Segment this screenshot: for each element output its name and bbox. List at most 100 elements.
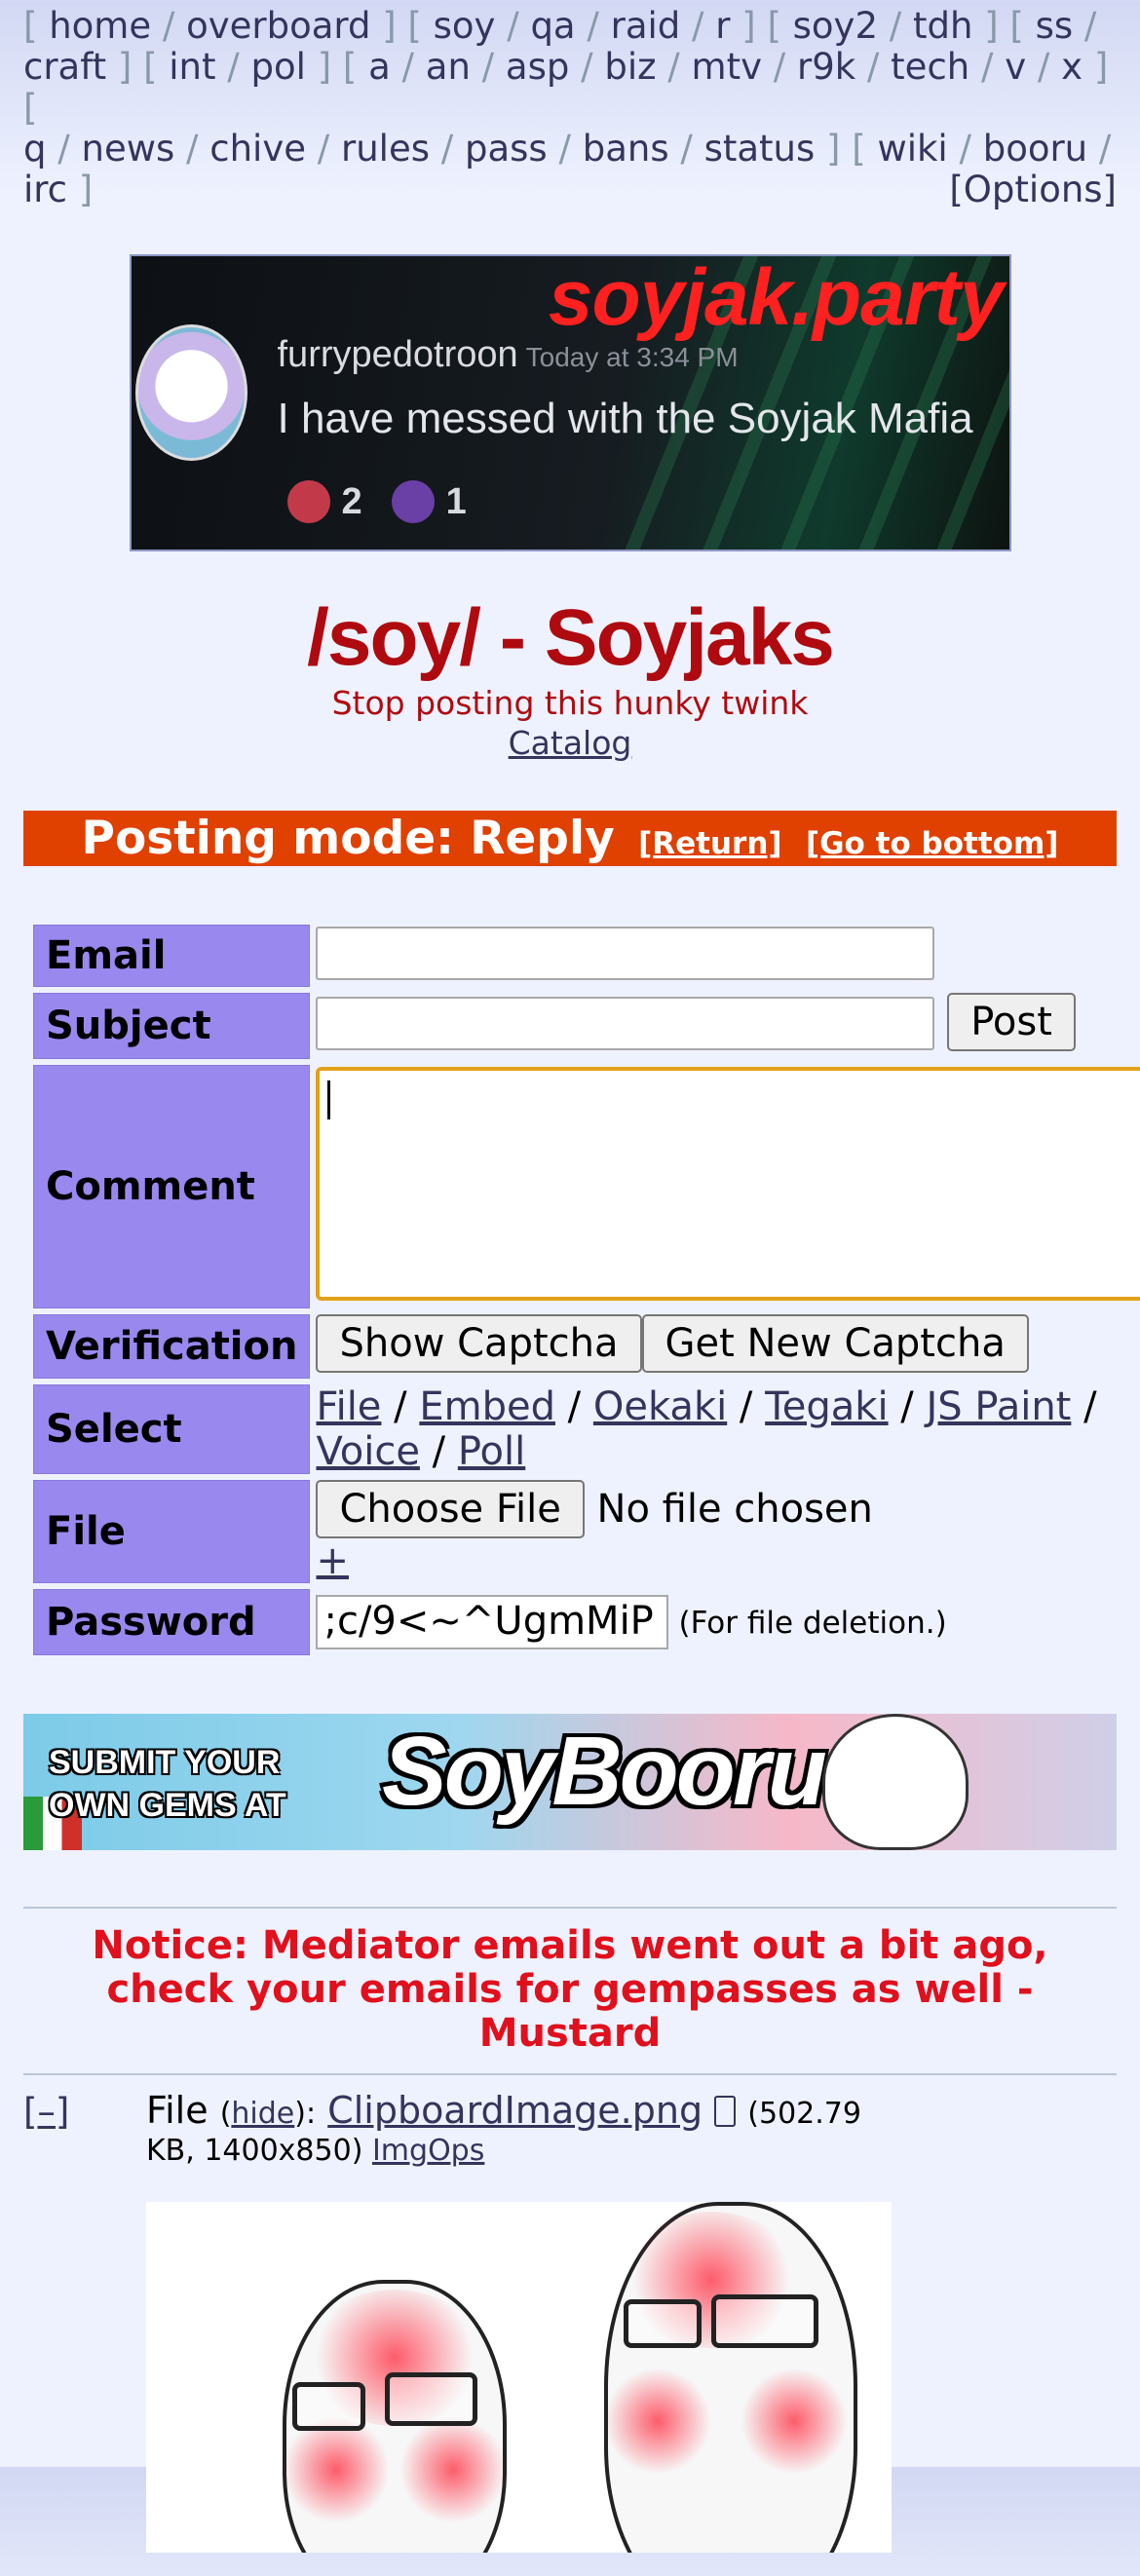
select-tegaki-link[interactable]: Tegaki — [765, 1384, 888, 1429]
board-link-irc[interactable]: irc — [23, 169, 67, 210]
board-link-chive[interactable]: chive — [209, 128, 306, 170]
board-link-mtv[interactable]: mtv — [692, 46, 762, 88]
board-link-a[interactable]: a — [368, 46, 391, 88]
ad-line-1: SUBMIT YOUR — [49, 1744, 281, 1781]
select-embed-link[interactable]: Embed — [419, 1384, 555, 1429]
board-list-row-2: craft ] [ int / pol ] [ a / an / asp / b… — [23, 46, 1109, 129]
verification-label: Verification — [33, 1314, 311, 1379]
file-word: File — [146, 2089, 209, 2132]
email-field[interactable] — [316, 927, 935, 980]
catalog-link[interactable]: Catalog — [509, 724, 632, 762]
subject-label: Subject — [33, 993, 311, 1059]
thread-op-post: [–] File (hide): ClipboardImage.png (502… — [0, 2089, 1140, 2576]
download-icon[interactable] — [714, 2096, 737, 2127]
soyjak-face-icon — [822, 1714, 969, 1850]
board-link-home[interactable]: home — [49, 5, 151, 47]
banner-time: Today at 3:34 PM — [525, 342, 739, 372]
blush-mark — [399, 2416, 507, 2523]
board-link-qa[interactable]: qa — [530, 5, 575, 47]
divider — [23, 1907, 1117, 1909]
site-banner[interactable]: soyjak.party furrypedotroon Today at 3:34… — [129, 254, 1011, 551]
select-label: Select — [33, 1384, 311, 1474]
site-notice: Notice: Mediator emails went out a bit a… — [92, 1923, 1048, 2056]
board-link-raid[interactable]: raid — [611, 5, 681, 47]
board-link-rules[interactable]: rules — [341, 128, 430, 170]
select-jspaint-link[interactable]: JS Paint — [926, 1384, 1071, 1429]
password-hint: (For file deletion.) — [678, 1606, 947, 1641]
reaction-1-count: 2 — [341, 480, 362, 522]
board-link-craft[interactable]: craft — [23, 46, 106, 88]
glasses-left — [624, 2299, 702, 2348]
ad-line-2: OWN GEMS AT — [49, 1787, 286, 1824]
board-link-soy2[interactable]: soy2 — [793, 5, 878, 47]
ad-text: SUBMIT YOUR OWN GEMS AT — [49, 1741, 286, 1827]
subject-field[interactable] — [316, 996, 935, 1050]
board-link-soy[interactable]: soy — [434, 5, 496, 47]
hide-post-toggle[interactable]: [–] — [23, 2091, 69, 2133]
reaction-1: 2 — [286, 480, 362, 523]
divider — [23, 2073, 1117, 2075]
banner-reactions: 2 1 — [286, 480, 467, 523]
select-poll-link[interactable]: Poll — [458, 1429, 525, 1474]
select-voice-link[interactable]: Voice — [316, 1429, 419, 1474]
board-link-tdh[interactable]: tdh — [913, 5, 972, 47]
add-file-link[interactable]: + — [316, 1538, 349, 1583]
file-name-link[interactable]: ClipboardImage.png — [327, 2089, 703, 2132]
board-link-int[interactable]: int — [169, 46, 215, 88]
board-link-x[interactable]: x — [1061, 46, 1083, 88]
board-link-status[interactable]: status — [704, 128, 816, 170]
get-new-captcha-button[interactable]: Get New Captcha — [641, 1314, 1029, 1373]
select-file-link[interactable]: File — [316, 1384, 381, 1429]
board-list: [ home / overboard ] [ soy / qa / raid /… — [0, 0, 1140, 210]
board-link-v[interactable]: v — [1005, 46, 1026, 88]
glasses-right — [711, 2294, 818, 2348]
blush-mark — [741, 2368, 848, 2475]
board-link-asp[interactable]: asp — [506, 46, 569, 88]
banner-brand: soyjak.party — [548, 254, 1005, 342]
board-link-biz[interactable]: biz — [604, 46, 656, 88]
comment-textarea[interactable] — [316, 1067, 1140, 1301]
banner-username-line: furrypedotroon Today at 3:34 PM — [278, 334, 739, 376]
post-image-thumbnail[interactable] — [146, 2202, 892, 2553]
board-link-pass[interactable]: pass — [465, 128, 548, 170]
soybooru-ad-banner[interactable]: SUBMIT YOUR OWN GEMS AT SoyBooru — [23, 1714, 1117, 1850]
imgops-link[interactable]: ImgOps — [372, 2134, 484, 2168]
board-link-tech[interactable]: tech — [891, 46, 969, 88]
show-captcha-button[interactable]: Show Captcha — [316, 1314, 642, 1373]
choose-file-button[interactable]: Choose File — [316, 1480, 585, 1538]
select-oekaki-link[interactable]: Oekaki — [593, 1384, 727, 1429]
board-link-q[interactable]: q — [23, 128, 47, 170]
go-to-bottom-link[interactable]: [Go to bottom] — [806, 826, 1059, 861]
text-caret — [327, 1080, 331, 1119]
blush-mark — [604, 2368, 711, 2475]
posting-mode-bar: Posting mode: Reply [Return] [Go to bott… — [23, 811, 1117, 866]
reaction-2: 1 — [391, 480, 467, 523]
password-label: Password — [33, 1589, 311, 1655]
board-list-row-4: irc ] [Options] — [23, 169, 1117, 210]
options-link[interactable]: [Options] — [949, 170, 1117, 210]
hide-file-link[interactable]: hide — [231, 2097, 294, 2131]
board-link-wiki[interactable]: wiki — [877, 128, 947, 170]
board-link-news[interactable]: news — [82, 128, 175, 170]
return-link[interactable]: [Return] — [638, 826, 781, 861]
board-link-r[interactable]: r — [715, 5, 730, 47]
board-link-an[interactable]: an — [426, 46, 471, 88]
comment-label: Comment — [33, 1065, 311, 1308]
board-link-booru[interactable]: booru — [983, 128, 1087, 170]
board-link-ss[interactable]: ss — [1036, 5, 1074, 47]
board-title: /soy/ - Soyjaks — [307, 593, 835, 682]
file-size: (502.79 — [747, 2097, 861, 2131]
board-link-r9k[interactable]: r9k — [797, 46, 855, 88]
banner-avatar — [134, 324, 247, 461]
board-link-overboard[interactable]: overboard — [186, 5, 370, 47]
file-dimensions: KB, 1400x850) — [146, 2134, 363, 2168]
blush-mark — [283, 2416, 390, 2523]
catalog-row: Catalog — [0, 724, 1140, 762]
post-button[interactable]: Post — [947, 993, 1076, 1051]
password-field[interactable]: ;c/9<~^UgmMiP — [316, 1595, 669, 1649]
board-header: /soy/ - Soyjaks Stop posting this hunky … — [0, 593, 1140, 763]
file-label: File — [33, 1480, 311, 1583]
board-link-bans[interactable]: bans — [583, 128, 669, 170]
board-link-pol[interactable]: pol — [251, 46, 306, 88]
email-label: Email — [33, 925, 311, 987]
